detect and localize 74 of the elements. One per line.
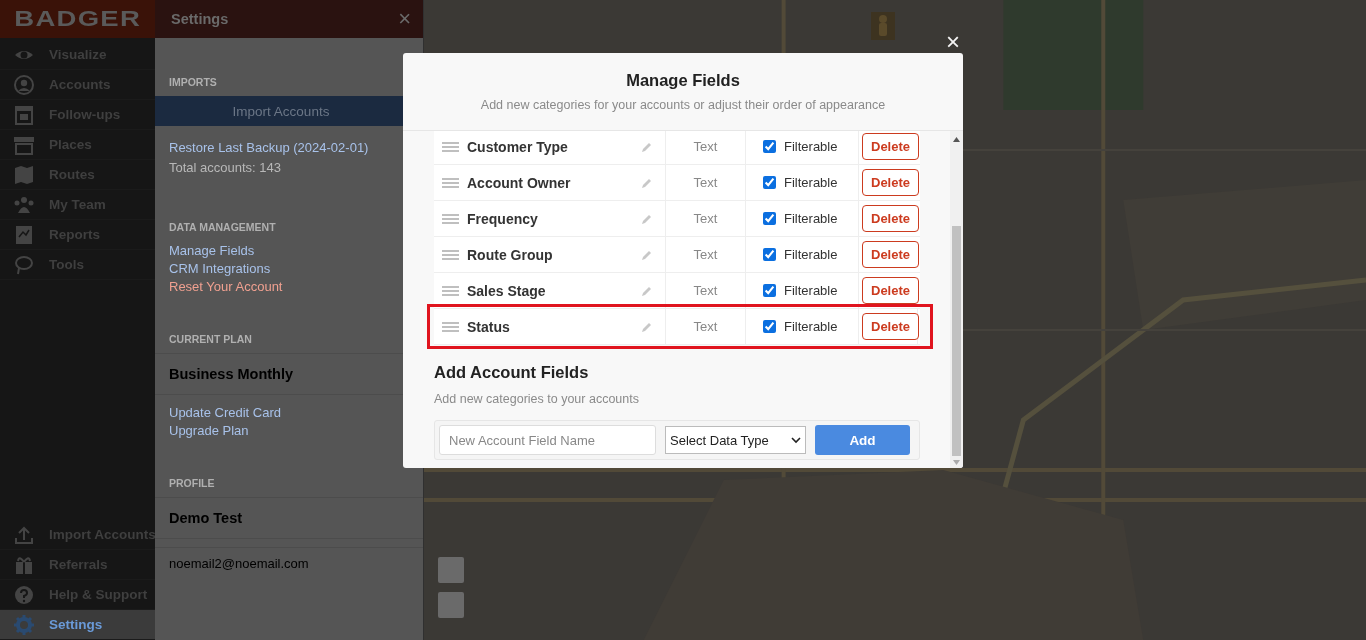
filterable-label: Filterable [784,175,838,190]
chart-icon [13,224,35,245]
pencil-icon[interactable] [641,212,653,225]
user-icon [13,74,35,95]
chevron-down-icon [791,436,801,444]
delete-button[interactable]: Delete [862,313,920,340]
drag-handle-icon[interactable] [442,285,459,296]
scrollbar[interactable] [950,131,963,468]
field-name: Route Group [467,246,554,263]
filterable-label: Filterable [784,211,838,226]
section-heading: IMPORTS [168,76,218,90]
upload-icon [13,524,35,545]
settings-icon [13,614,35,635]
delete-button[interactable]: Delete [862,133,920,160]
dialog-title: Manage Fields [626,71,740,90]
email-text: noemail2@noemail.com [155,547,423,579]
help-icon [13,584,35,605]
logo: BADGER [14,6,141,32]
drag-handle-icon[interactable] [442,141,459,152]
field-name: Customer Type [467,138,569,155]
data-type-select[interactable]: Select Data Type [665,426,806,454]
close-button[interactable]: × [946,30,960,54]
field-type: Text [693,319,718,334]
field-type: Text [693,139,718,154]
add-button[interactable]: Add [815,425,910,455]
filterable-label: Filterable [784,139,838,154]
filterable-checkbox[interactable] [763,176,776,189]
scroll-up-icon[interactable] [953,137,960,142]
drag-handle-icon[interactable] [442,213,459,224]
dialog-subtitle: Add new categories for your accounts or adjust their order of appearance [480,98,886,112]
nav-item[interactable]: Settings [0,610,155,640]
filterable-label: Filterable [784,319,838,334]
field-type: Text [693,211,718,226]
section-title: Add Account Fields [434,363,590,382]
scroll-down-icon[interactable] [953,460,960,465]
section-heading: PROFILE [168,477,216,491]
field-type: Text [693,283,718,298]
pencil-icon[interactable] [641,176,653,189]
filterable-checkbox[interactable] [763,248,776,261]
section-subtitle: Add new categories to your accounts [434,392,640,406]
drag-handle-icon[interactable] [442,177,459,188]
panel-title: Settings [171,11,229,27]
filterable-label: Filterable [784,247,838,262]
section-value: Demo Test [155,497,423,539]
drag-handle-icon[interactable] [442,249,459,260]
pencil-icon[interactable] [641,320,653,333]
pencil-icon[interactable] [641,248,653,261]
gift-icon [13,554,35,575]
close-button[interactable]: × [398,6,411,32]
filterable-checkbox[interactable] [763,212,776,225]
section-heading: DATA MANAGEMENT [168,221,277,235]
delete-button[interactable]: Delete [862,277,920,304]
field-name-input[interactable]: New Account Field Name [439,425,656,455]
map-icon [13,164,35,185]
pencil-icon[interactable] [641,140,653,153]
people-icon [13,194,35,215]
filterable-checkbox[interactable] [763,320,776,333]
pencil-icon[interactable] [641,284,653,297]
pegman-icon[interactable] [871,12,895,40]
delete-button[interactable]: Delete [862,205,920,232]
drag-handle-icon[interactable] [442,321,459,332]
delete-button[interactable]: Delete [862,241,920,268]
filterable-checkbox[interactable] [763,140,776,153]
field-name: Status [467,318,511,335]
field-name: Frequency [467,210,539,227]
filterable-label: Filterable [784,283,838,298]
filterable-checkbox[interactable] [763,284,776,297]
field-type: Text [693,175,718,190]
delete-button[interactable]: Delete [862,169,920,196]
field-name: Sales Stage [467,282,547,299]
field-name: Account Owner [467,174,572,191]
field-type: Text [693,247,718,262]
lasso-icon [13,254,35,275]
section-heading: CURRENT PLAN [168,333,253,347]
